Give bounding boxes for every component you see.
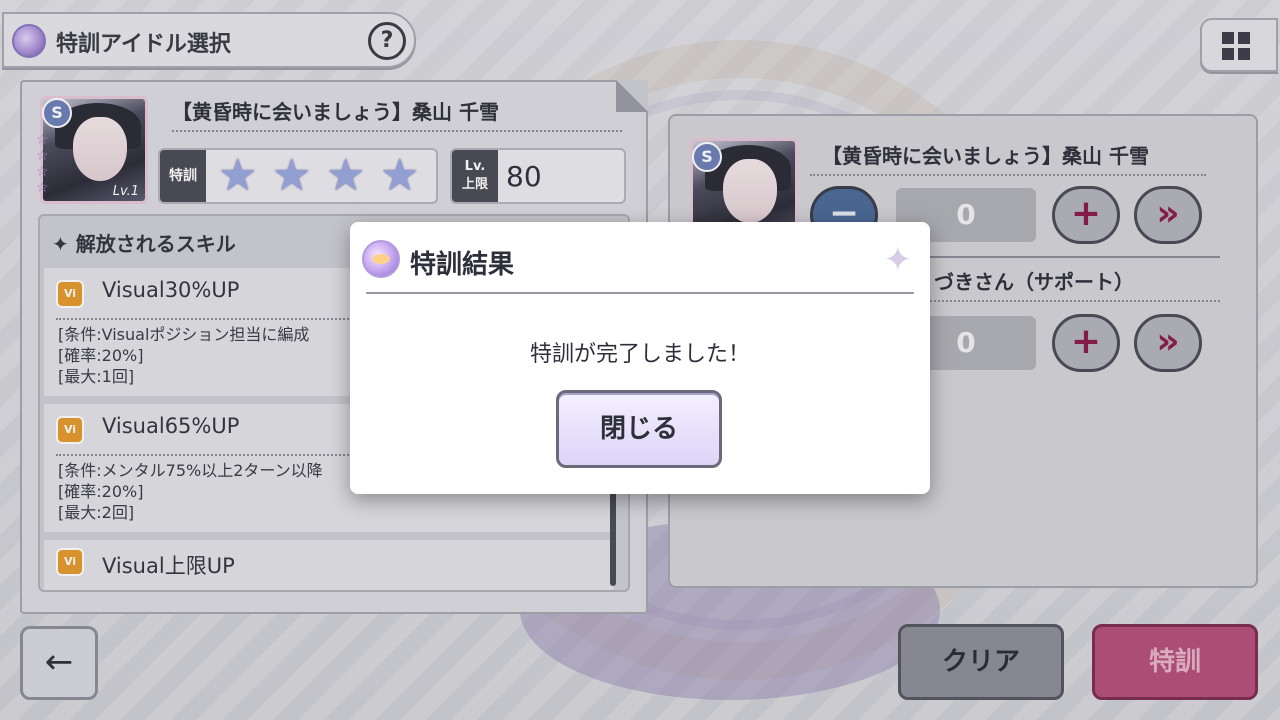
close-button[interactable]: 閉じる — [556, 390, 722, 468]
dialog-divider — [366, 292, 914, 294]
result-dialog: 特訓結果 ✦ 特訓が完了しました！ 閉じる — [350, 222, 930, 494]
sparkle-icon: ✦ — [883, 240, 913, 280]
dialog-emblem-icon — [362, 240, 400, 278]
dialog-message: 特訓が完了しました！ — [529, 342, 750, 367]
dialog-title: 特訓結果 — [410, 250, 515, 280]
